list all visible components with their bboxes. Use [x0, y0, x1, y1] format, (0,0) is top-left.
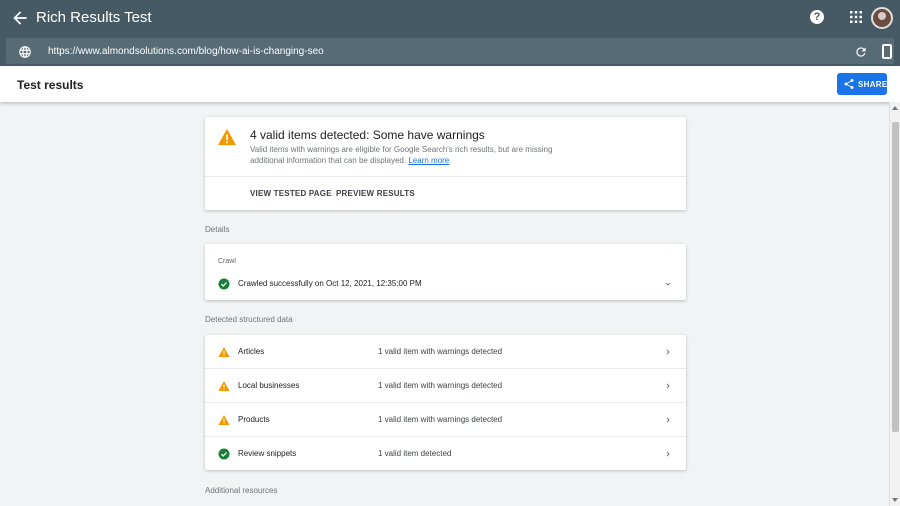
app-bar: Rich Results Test ?: [0, 0, 900, 36]
crawl-status: Crawled successfully on Oct 12, 2021, 12…: [238, 279, 422, 288]
apps-grid-icon[interactable]: [850, 11, 862, 23]
summary-description: Valid items with warnings are eligible f…: [250, 144, 570, 166]
chevron-right-icon: [666, 349, 670, 355]
row-name: Review snippets: [238, 449, 297, 458]
structured-data-row-local-businesses[interactable]: Local businesses 1 valid item with warni…: [205, 369, 686, 403]
structured-data-section-label: Detected structured data: [205, 315, 293, 324]
row-name: Articles: [238, 347, 265, 356]
scrollbar[interactable]: [889, 102, 900, 506]
learn-more-link[interactable]: Learn more: [408, 156, 449, 165]
crawl-label: Crawl: [218, 258, 236, 265]
page-header: Test results SHARE: [0, 66, 900, 102]
crawl-card[interactable]: Crawl Crawled successfully on Oct 12, 20…: [205, 244, 686, 300]
summary-headline: 4 valid items detected: Some have warnin…: [250, 128, 485, 142]
url-text: https://www.almondsolutions.com/blog/how…: [48, 46, 324, 57]
row-status: 1 valid item with warnings detected: [378, 347, 503, 356]
row-name: Products: [238, 415, 270, 424]
structured-data-row-products[interactable]: Products 1 valid item with warnings dete…: [205, 403, 686, 437]
share-icon: [844, 78, 854, 89]
user-avatar[interactable]: [871, 7, 893, 29]
url-bar: https://www.almondsolutions.com/blog/how…: [0, 36, 900, 66]
scroll-down-arrow-icon[interactable]: [892, 498, 898, 502]
chevron-down-icon[interactable]: [663, 279, 673, 289]
warning-icon: [218, 128, 236, 146]
preview-results-button[interactable]: PREVIEW RESULTS: [336, 189, 415, 198]
scrollbar-thumb[interactable]: [892, 122, 899, 432]
chevron-right-icon: [666, 417, 670, 423]
warning-icon: [218, 381, 230, 391]
scroll-up-arrow-icon[interactable]: [892, 106, 898, 110]
divider: [205, 176, 686, 177]
structured-data-row-articles[interactable]: Articles 1 valid item with warnings dete…: [205, 335, 686, 369]
help-icon[interactable]: ?: [810, 10, 824, 24]
row-status: 1 valid item with warnings detected: [378, 415, 503, 424]
mobile-device-icon[interactable]: [882, 44, 892, 59]
view-tested-page-button[interactable]: VIEW TESTED PAGE: [250, 189, 332, 198]
page-title: Test results: [17, 78, 84, 92]
row-status: 1 valid item detected: [378, 449, 452, 458]
summary-card: 4 valid items detected: Some have warnin…: [205, 117, 686, 210]
check-circle-icon: [218, 448, 230, 460]
chevron-right-icon: [666, 451, 670, 457]
additional-resources-section-label: Additional resources: [205, 486, 278, 495]
share-button[interactable]: SHARE: [837, 73, 887, 95]
chevron-right-icon: [666, 383, 670, 389]
back-arrow-icon[interactable]: [10, 8, 30, 28]
check-circle-icon: [218, 278, 230, 290]
warning-icon: [218, 347, 230, 357]
row-status: 1 valid item with warnings detected: [378, 381, 503, 390]
url-field[interactable]: https://www.almondsolutions.com/blog/how…: [6, 38, 894, 64]
details-section-label: Details: [205, 225, 230, 234]
refresh-icon[interactable]: [854, 45, 868, 59]
globe-icon: [19, 46, 31, 58]
structured-data-card: Articles 1 valid item with warnings dete…: [205, 335, 686, 470]
app-title: Rich Results Test: [36, 9, 152, 26]
share-label: SHARE: [858, 80, 888, 89]
warning-icon: [218, 415, 230, 425]
summary-description-text: Valid items with warnings are eligible f…: [250, 145, 553, 165]
structured-data-row-review-snippets[interactable]: Review snippets 1 valid item detected: [205, 437, 686, 471]
row-name: Local businesses: [238, 381, 300, 390]
